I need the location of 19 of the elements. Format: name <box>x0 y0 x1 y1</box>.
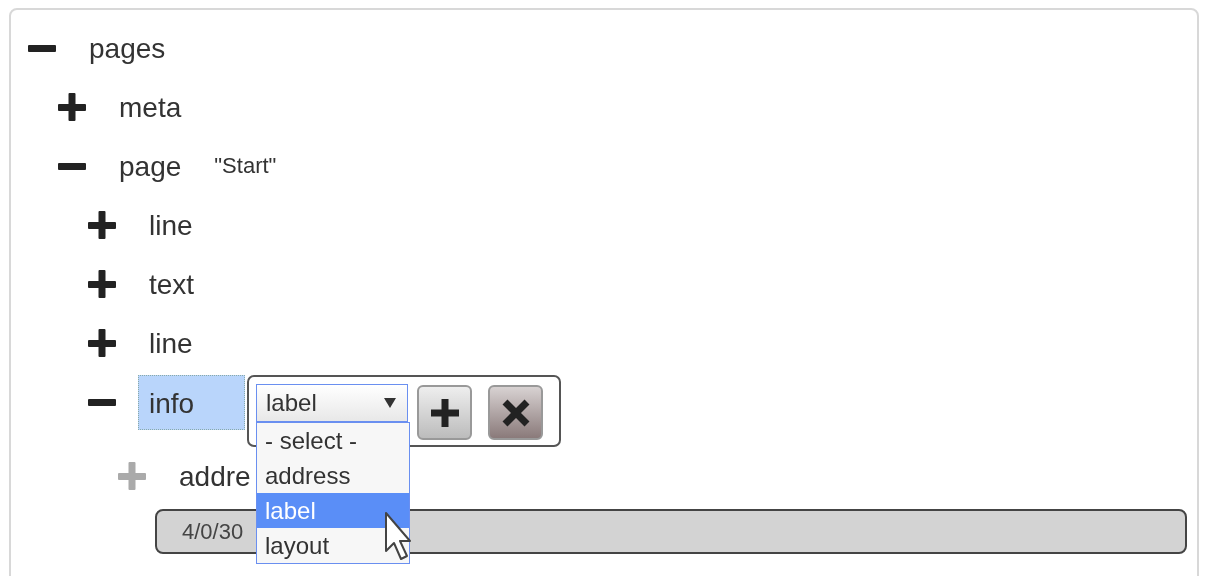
plus-icon[interactable] <box>87 209 117 240</box>
plus-icon <box>429 397 460 428</box>
add-button[interactable] <box>417 385 472 440</box>
node-label[interactable]: info <box>138 375 245 430</box>
dropdown-option[interactable]: - select - <box>257 423 409 458</box>
plus-icon[interactable] <box>87 268 117 299</box>
plus-icon[interactable] <box>57 91 87 122</box>
dropdown-option[interactable]: address <box>257 458 409 493</box>
node-value: "Start" <box>214 152 277 179</box>
node-label[interactable]: page <box>108 138 193 193</box>
delete-button[interactable] <box>488 385 543 440</box>
node-label[interactable]: meta <box>108 79 193 134</box>
node-label[interactable]: line <box>138 197 204 252</box>
node-label[interactable]: text <box>138 256 206 311</box>
node-label[interactable]: pages <box>78 20 177 75</box>
caret-icon <box>383 397 397 409</box>
plus-icon[interactable] <box>87 327 117 358</box>
close-icon <box>500 397 531 428</box>
node-label[interactable]: line <box>138 315 204 370</box>
